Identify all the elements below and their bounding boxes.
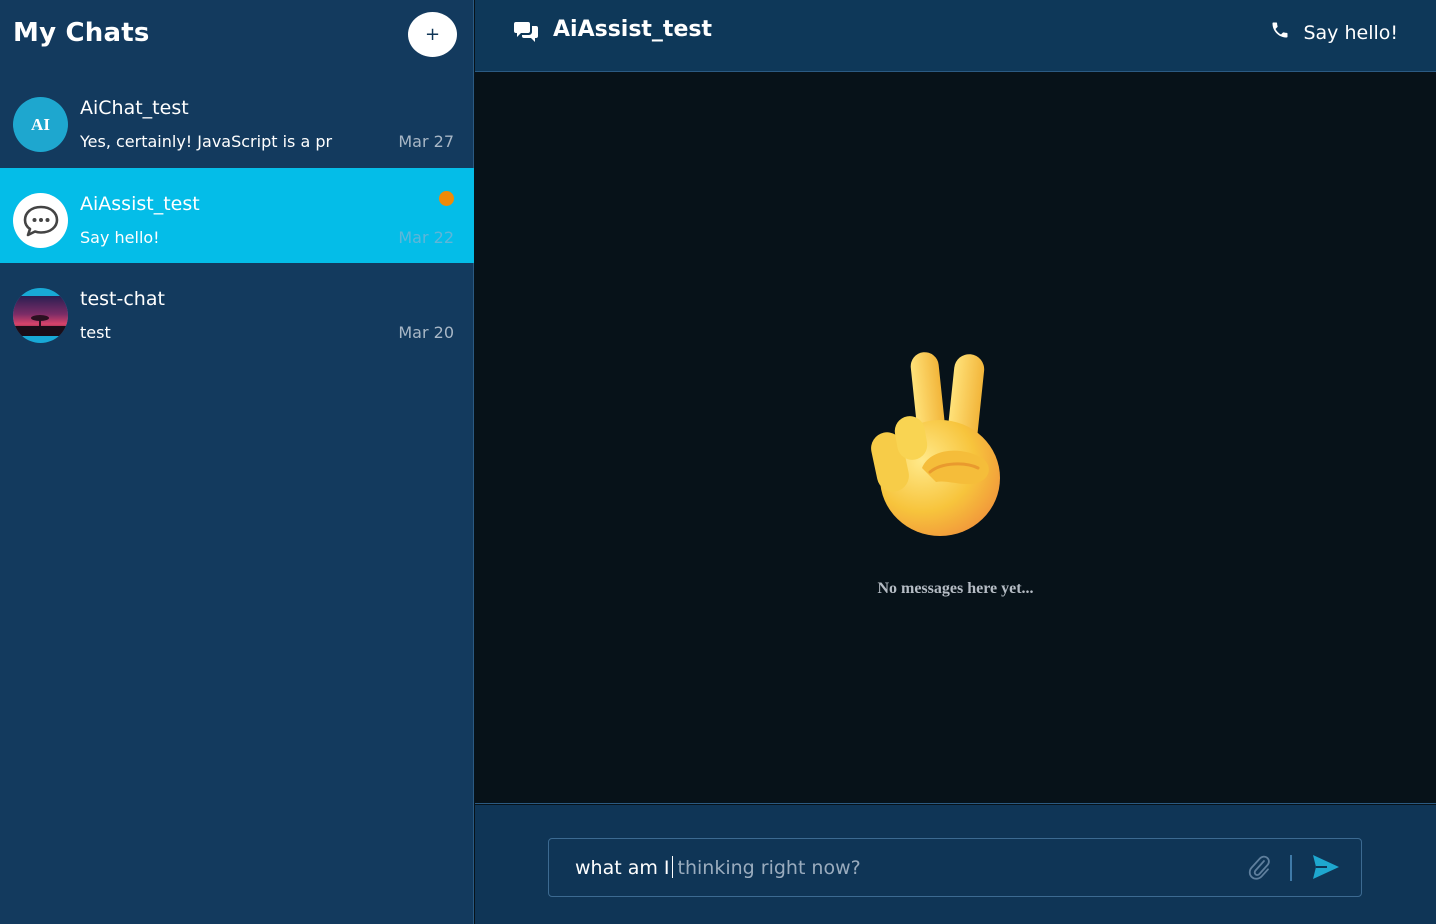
typed-text: what am I [575, 857, 670, 879]
chat-item-aichat-test[interactable]: AI AiChat_test Yes, certainly! JavaScrip… [0, 72, 474, 167]
chat-preview: test [80, 323, 111, 342]
say-hello-button[interactable]: Say hello! [1270, 20, 1398, 45]
empty-state-text: No messages here yet... [877, 580, 1034, 597]
chat-preview: Say hello! [80, 228, 160, 247]
message-input[interactable]: what am I thinking right now? [548, 838, 1362, 897]
composer-divider [1290, 855, 1292, 881]
message-input-text[interactable]: what am I thinking right now? [575, 856, 861, 879]
input-hint: thinking right now? [677, 857, 861, 879]
chat-date: Mar 27 [398, 132, 454, 151]
victory-hand-emoji [870, 350, 1006, 545]
chat-name: AiAssist_test [80, 193, 200, 215]
avatar: AI [13, 97, 68, 152]
chat-item-test-chat[interactable]: test-chat test Mar 20 [0, 263, 474, 358]
chat-sidebar: My Chats + AI AiChat_test Yes, certainly… [0, 0, 474, 924]
phone-icon [1270, 20, 1290, 45]
say-hello-label: Say hello! [1303, 21, 1398, 44]
chat-title: AiAssist_test [553, 17, 712, 42]
text-caret [671, 856, 673, 878]
sidebar-header: My Chats + [0, 0, 473, 72]
new-chat-button[interactable]: + [408, 12, 457, 57]
chat-name: AiChat_test [80, 97, 189, 119]
chat-name: test-chat [80, 288, 165, 310]
chat-bubbles-icon [513, 19, 539, 50]
chat-date: Mar 22 [398, 228, 454, 247]
chat-bubbles-icon [13, 193, 68, 248]
sidebar-title: My Chats [13, 18, 150, 48]
chat-preview: Yes, certainly! JavaScript is a pr [80, 132, 333, 151]
landscape-photo-avatar [13, 288, 68, 343]
message-list: No messages here yet... [475, 72, 1436, 804]
composer-area: what am I thinking right now? [475, 805, 1436, 924]
chat-item-aiassist-test[interactable]: AiAssist_test Say hello! Mar 22 [0, 168, 474, 263]
send-icon[interactable] [1311, 853, 1341, 886]
paperclip-icon[interactable] [1247, 854, 1271, 885]
chat-date: Mar 20 [398, 323, 454, 342]
chat-header: AiAssist_test Say hello! [475, 0, 1436, 72]
unread-indicator [439, 191, 454, 206]
